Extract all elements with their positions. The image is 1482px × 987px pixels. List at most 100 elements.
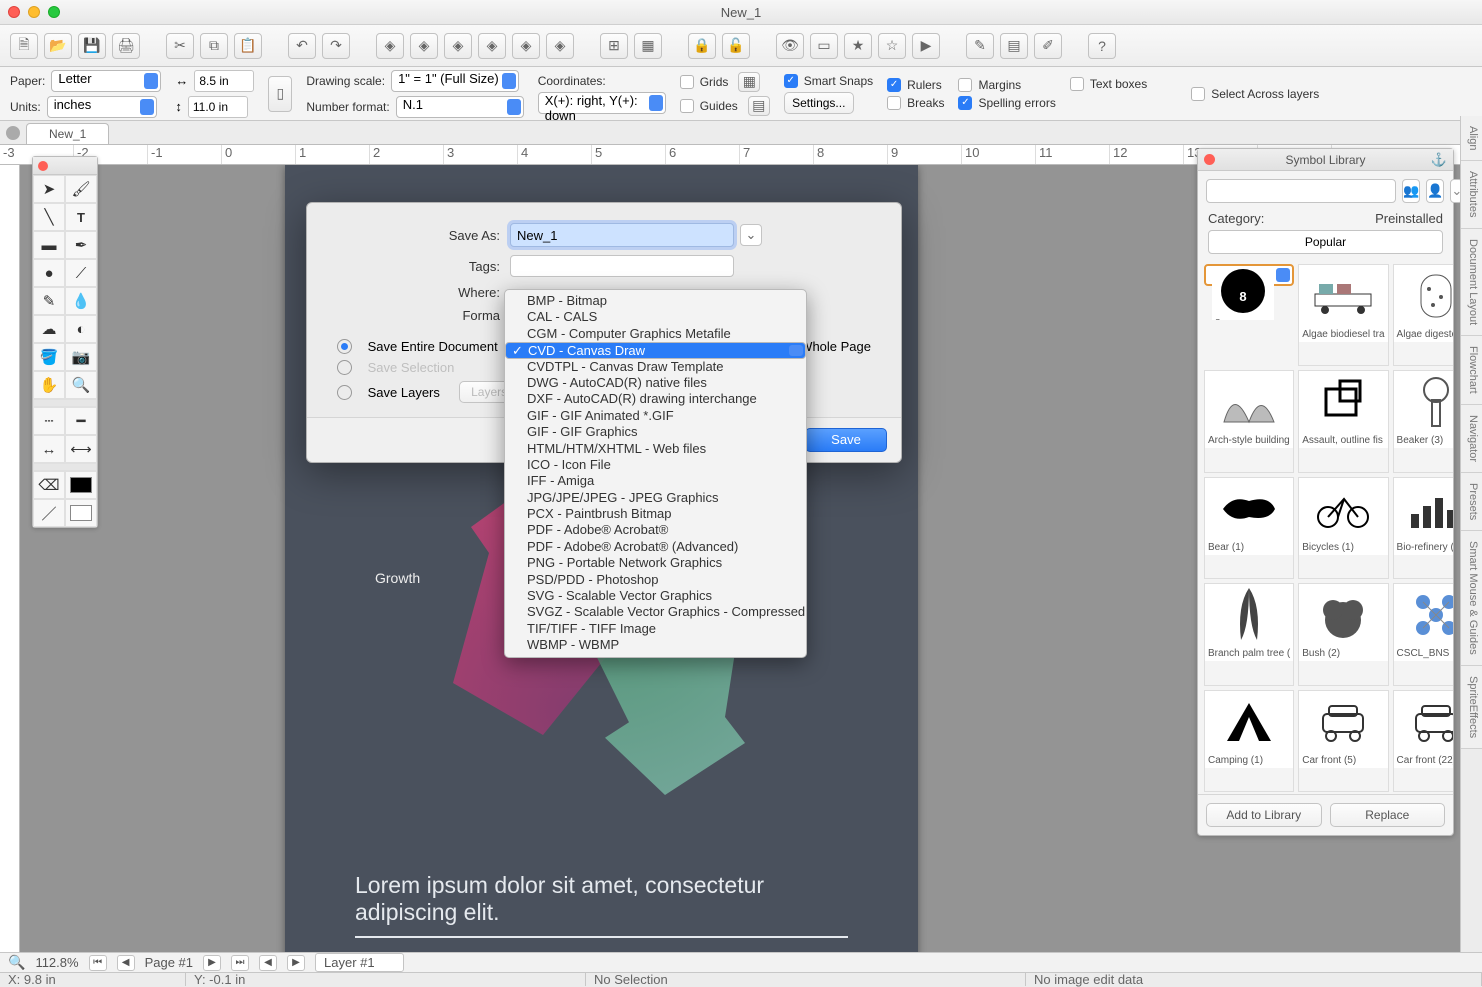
zoom-icon[interactable]: 🔍 — [8, 954, 25, 971]
blur-tool[interactable]: ◐ — [65, 315, 97, 343]
format-option[interactable]: IFF - Amiga — [505, 473, 806, 489]
redo-button[interactable]: ↷ — [322, 33, 350, 59]
format-option[interactable]: TIF/TIFF - TIFF Image — [505, 621, 806, 637]
camera-tool[interactable]: 📷 — [65, 343, 97, 371]
symbol-item[interactable]: Algae biodiesel tra — [1298, 264, 1388, 366]
replace-button[interactable]: Replace — [1330, 803, 1446, 827]
format-option[interactable]: CVD - Canvas Draw — [505, 342, 806, 358]
units-select[interactable]: inches — [47, 96, 157, 118]
bucket-tool[interactable]: 🪣 — [33, 343, 65, 371]
doc-tab[interactable]: New_1 — [26, 123, 109, 144]
side-tab[interactable]: Document Layout — [1461, 229, 1482, 336]
save-entire-radio[interactable] — [337, 339, 352, 354]
format-option[interactable]: WBMP - WBMP — [505, 637, 806, 653]
toolbox-close[interactable] — [38, 161, 48, 171]
rulers-checkbox[interactable]: ✓ — [887, 78, 901, 92]
symbol-item[interactable]: CSCL_BNS — [1393, 583, 1453, 685]
side-tab[interactable]: Navigator — [1461, 405, 1482, 473]
layer-btn-2[interactable]: ◈ — [410, 33, 438, 59]
layer-next[interactable]: ▶ — [287, 955, 305, 971]
smart-checkbox[interactable]: ✓ — [784, 74, 798, 88]
zoom-tool[interactable]: 🔍 — [65, 371, 97, 399]
side-tab[interactable]: Flowchart — [1461, 336, 1482, 405]
saveas-input[interactable] — [510, 223, 734, 247]
undo-button[interactable]: ↶ — [288, 33, 316, 59]
add-to-library-button[interactable]: Add to Library — [1206, 803, 1322, 827]
symbol-item[interactable]: Car front (5) — [1298, 690, 1388, 792]
ellipse-tool[interactable]: ● — [33, 259, 65, 287]
open-button[interactable]: 📂 — [44, 33, 72, 59]
side-tab[interactable]: Attributes — [1461, 161, 1482, 228]
format-option[interactable]: SVGZ - Scalable Vector Graphics - Compre… — [505, 604, 806, 620]
nav-first[interactable]: ⏮ — [89, 955, 107, 971]
format-option[interactable]: CGM - Computer Graphics Metafile — [505, 326, 806, 342]
paper-select[interactable]: Letter — [51, 70, 161, 92]
cap-style[interactable]: ⟷ — [65, 435, 97, 463]
format-option[interactable]: PSD/PDD - Photoshop — [505, 572, 806, 588]
format-option[interactable]: BMP - Bitmap — [505, 293, 806, 309]
format-option[interactable]: SVG - Scalable Vector Graphics — [505, 588, 806, 604]
nav-last[interactable]: ⏭ — [231, 955, 249, 971]
symbol-item[interactable]: Car front (22) — [1393, 690, 1453, 792]
paste-button[interactable]: 📋 — [234, 33, 262, 59]
coords-select[interactable]: X(+): right, Y(+): down — [538, 92, 666, 114]
lock-button[interactable]: 🔒 — [688, 33, 716, 59]
height-input[interactable] — [188, 96, 248, 118]
spray-tool[interactable]: ☁ — [33, 315, 65, 343]
format-option[interactable]: PNG - Portable Network Graphics — [505, 555, 806, 571]
save-dialog-button[interactable]: Save — [805, 428, 887, 452]
tags-input[interactable] — [510, 255, 734, 277]
guides-config[interactable]: ▤ — [748, 96, 770, 116]
pencil-tool[interactable]: ✎ — [33, 287, 65, 315]
settings-button[interactable]: Settings... — [784, 92, 854, 114]
format-option[interactable]: DWG - AutoCAD(R) native files — [505, 375, 806, 391]
width-input[interactable] — [194, 70, 254, 92]
symlib-search[interactable] — [1206, 179, 1396, 203]
symbol-item[interactable]: Camping (1) — [1204, 690, 1294, 792]
nav-next[interactable]: ▶ — [203, 955, 221, 971]
side-tab[interactable]: Align — [1461, 116, 1482, 161]
grids-checkbox[interactable] — [680, 75, 694, 89]
hand-tool[interactable]: ✋ — [33, 371, 65, 399]
measure-tool[interactable]: ⟋ — [65, 259, 97, 287]
fg-color[interactable] — [65, 471, 97, 499]
layer-indicator[interactable]: Layer #1 — [315, 953, 404, 972]
spelling-checkbox[interactable]: ✓ — [958, 96, 972, 110]
arrow-style[interactable]: ↔ — [33, 435, 65, 463]
grids-config[interactable]: ▦ — [738, 72, 760, 92]
symlib-find-icon[interactable]: 👥 — [1402, 179, 1420, 203]
format-option[interactable]: CAL - CALS — [505, 309, 806, 325]
textboxes-checkbox[interactable] — [1070, 77, 1084, 91]
page-indicator[interactable]: Page #1 — [145, 955, 193, 970]
format-dropdown[interactable]: BMP - BitmapCAL - CALSCGM - Computer Gra… — [504, 289, 807, 658]
pen-tool[interactable]: ✒ — [65, 231, 97, 259]
expand-button[interactable]: ⌄ — [740, 224, 762, 246]
cut-button[interactable]: ✂ — [166, 33, 194, 59]
layer-btn-3[interactable]: ◈ — [444, 33, 472, 59]
tab-close-icon[interactable] — [6, 126, 20, 140]
brush-tool[interactable]: 🖌 — [65, 175, 97, 203]
nav-prev[interactable]: ◀ — [117, 955, 135, 971]
format-option[interactable]: PDF - Adobe® Acrobat® — [505, 522, 806, 538]
layer-btn-5[interactable]: ◈ — [512, 33, 540, 59]
symbol-item[interactable]: Arch-style building — [1204, 370, 1294, 472]
side-tab[interactable]: SpriteEffects — [1461, 666, 1482, 749]
line-tool[interactable]: ╲ — [33, 203, 65, 231]
layer-btn-1[interactable]: ◈ — [376, 33, 404, 59]
zoom-value[interactable]: 112.8% — [35, 955, 78, 970]
eraser-tool[interactable]: ⌫ — [33, 471, 65, 499]
format-option[interactable]: HTML/HTM/XHTML - Web files — [505, 441, 806, 457]
symbol-item[interactable]: Branch palm tree ( — [1204, 583, 1294, 685]
symbol-item[interactable]: Bear (1) — [1204, 477, 1294, 579]
unlock-button[interactable]: 🔓 — [722, 33, 750, 59]
layer-btn-6[interactable]: ◈ — [546, 33, 574, 59]
symbol-item[interactable]: Bio-refinery (1) — [1393, 477, 1453, 579]
print-button[interactable]: 🖨 — [112, 33, 140, 59]
format-option[interactable]: CVDTPL - Canvas Draw Template — [505, 359, 806, 375]
half-star-button[interactable]: ☆ — [878, 33, 906, 59]
symbol-item[interactable]: Beaker (3) — [1393, 370, 1453, 472]
eye-button[interactable]: 👁 — [776, 33, 804, 59]
format-option[interactable]: GIF - GIF Graphics — [505, 424, 806, 440]
scale-select[interactable]: 1" = 1" (Full Size) — [391, 70, 519, 92]
view-button[interactable]: ▭ — [810, 33, 838, 59]
